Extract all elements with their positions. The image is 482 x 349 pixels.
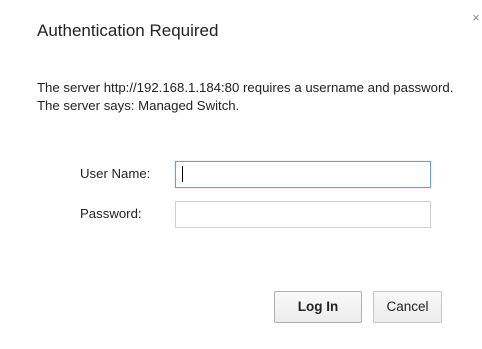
password-label: Password: [80, 206, 142, 221]
server-message: The server http://192.168.1.184:80 requi… [37, 80, 454, 113]
cancel-button[interactable]: Cancel [373, 291, 442, 323]
username-label: User Name: [80, 166, 151, 181]
close-icon[interactable]: × [471, 11, 481, 25]
dialog-title: Authentication Required [37, 21, 219, 40]
username-input[interactable] [175, 161, 431, 188]
login-button[interactable]: Log In [274, 291, 362, 323]
auth-dialog: × Authentication Required The server htt… [0, 0, 482, 349]
password-input[interactable] [175, 201, 431, 228]
text-caret [182, 166, 183, 182]
